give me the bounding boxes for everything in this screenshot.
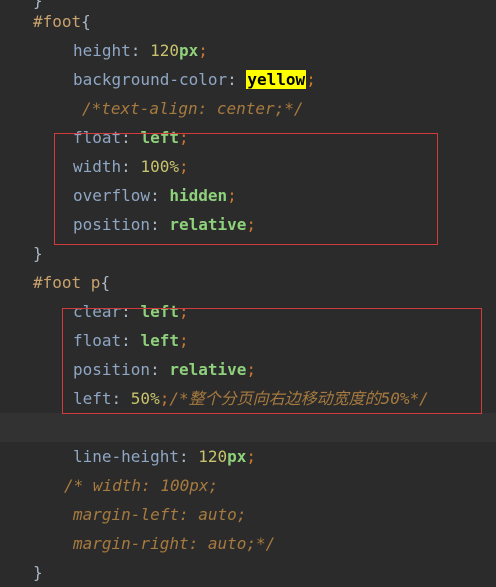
css-unit: px <box>227 447 247 466</box>
css-property: height <box>73 41 131 60</box>
brace-open: { <box>81 12 91 31</box>
code-line-selector-foot: #foot{ <box>0 7 496 36</box>
code-line-left: left: 50%;/*整个分页向右边移动宽度的50%*/ <box>73 389 429 408</box>
code-line-float: float: left; <box>73 128 189 147</box>
css-keyword: left <box>140 302 179 321</box>
css-number: 100% <box>140 157 179 176</box>
css-property: float <box>73 128 122 147</box>
css-property: left <box>73 389 112 408</box>
code-line-float: float: left; <box>73 331 189 350</box>
code-line-selector-foot-p: #foot p{ <box>0 268 496 297</box>
css-property: background-color <box>73 70 228 89</box>
code-comment: margin-left: auto; <box>73 505 247 524</box>
code-line-close-rule1: } <box>0 239 496 268</box>
code-line-background-color: background-color: yellow; <box>73 70 316 89</box>
code-comment: /*整个分页向右边移动宽度的50%*/ <box>169 389 429 408</box>
code-comment: margin-right: auto;*/ <box>73 534 276 553</box>
code-line-comment-margin-left: margin-left: auto; <box>0 500 496 529</box>
css-property: float <box>73 331 122 350</box>
code-comment: /*text-align: center;*/ <box>82 99 304 118</box>
color-value-yellow: yellow <box>246 70 307 89</box>
css-number: 120 <box>198 447 228 466</box>
css-selector: #foot p <box>33 273 101 292</box>
css-keyword: relative <box>169 360 247 379</box>
code-line-position: position: relative; <box>73 360 257 379</box>
code-line-clear: clear: left; <box>73 302 189 321</box>
css-property: overflow <box>73 186 151 205</box>
css-property: line-height <box>73 447 179 466</box>
css-property: clear <box>73 302 122 321</box>
brace-close: } <box>33 244 43 263</box>
css-property: position <box>73 215 151 234</box>
css-keyword: left <box>140 331 179 350</box>
code-line-height: height: 120px; <box>73 41 208 60</box>
code-line-comment-margin-right: margin-right: auto;*/ <box>0 529 496 558</box>
css-property: width <box>73 157 122 176</box>
code-line-comment-width: /* width: 100px; <box>0 471 496 500</box>
code-line-width: width: 100%; <box>73 157 189 176</box>
css-keyword: hidden <box>169 186 228 205</box>
css-keyword: left <box>140 128 179 147</box>
code-line-comment-text-align: /*text-align: center;*/ <box>0 94 496 123</box>
code-line-close-rule2: } <box>0 558 496 587</box>
code-line-current-empty[interactable] <box>0 413 496 442</box>
css-property: position <box>73 360 151 379</box>
brace-open: { <box>100 273 111 292</box>
css-keyword: relative <box>169 215 247 234</box>
css-number: 50% <box>130 389 160 408</box>
brace-close: } <box>33 563 43 582</box>
code-line-position: position: relative; <box>73 215 257 234</box>
css-unit: px <box>178 41 199 60</box>
css-number: 120 <box>150 41 179 60</box>
code-editor[interactable]: } #foot{ height: 120px; background-color… <box>0 0 496 587</box>
code-line-line-height: line-height: 120px; <box>73 447 257 466</box>
css-selector: #foot <box>33 12 82 31</box>
code-comment: /* width: 100px; <box>64 476 219 495</box>
code-line-overflow: overflow: hidden; <box>73 186 237 205</box>
